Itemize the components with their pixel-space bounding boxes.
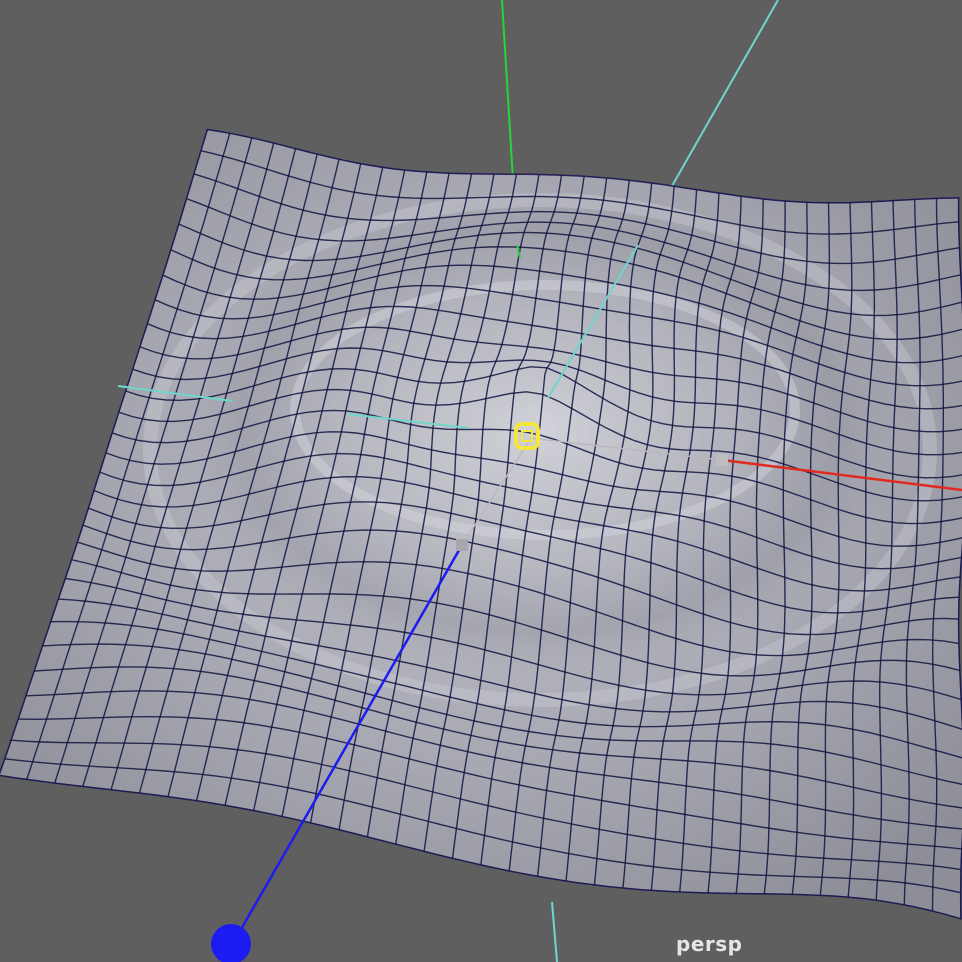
nurbs-plane-surface[interactable] — [0, 128, 962, 920]
manip-x-handle-square[interactable] — [716, 454, 728, 466]
view-axis-line — [671, 0, 779, 187]
y-axis-line-lower — [551, 901, 558, 962]
viewport-canvas[interactable] — [0, 0, 962, 962]
manip-z-handle-ball[interactable] — [211, 924, 251, 962]
camera-name-label: persp — [676, 932, 743, 956]
maya-perspective-viewport[interactable]: persp — [0, 0, 962, 962]
manip-z-handle-square[interactable] — [456, 539, 468, 551]
